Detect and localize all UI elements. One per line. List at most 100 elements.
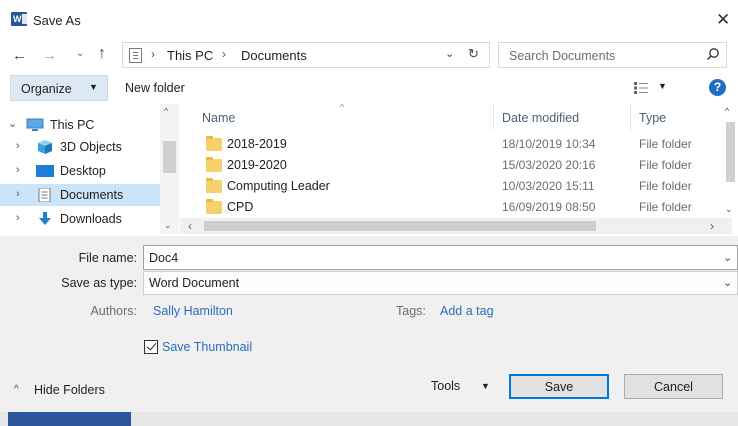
- file-row[interactable]: 2019-2020 15/03/2020 20:16 File folder: [180, 155, 720, 176]
- nav-pane-scrollbar[interactable]: ^ ⌄: [160, 104, 179, 234]
- save-button-label: Save: [544, 380, 574, 394]
- column-header-type[interactable]: Type: [639, 111, 666, 125]
- folder-icon: [206, 157, 222, 172]
- desktop-icon: [36, 165, 54, 177]
- scroll-thumb[interactable]: [163, 141, 176, 173]
- sort-indicator-icon: ^: [340, 102, 345, 112]
- save-as-type-label: Save as type:: [61, 276, 137, 290]
- breadcrumb-this-pc[interactable]: This PC: [167, 48, 213, 63]
- expand-chevron-icon[interactable]: ⌄: [8, 117, 17, 130]
- authors-field[interactable]: Sally Hamilton: [153, 304, 233, 318]
- cube-icon: [38, 140, 52, 154]
- organize-label: Organize: [21, 82, 72, 96]
- file-date-modified: 15/03/2020 20:16: [502, 158, 596, 172]
- save-button[interactable]: Save: [509, 374, 609, 399]
- breadcrumb-separator-icon[interactable]: ›: [222, 47, 226, 61]
- chevron-down-icon[interactable]: ⌄: [723, 276, 732, 289]
- breadcrumb-documents[interactable]: Documents: [241, 48, 307, 63]
- view-dropdown-icon[interactable]: ▼: [658, 81, 667, 91]
- folder-icon: [206, 136, 222, 151]
- breadcrumb-separator-icon[interactable]: ›: [151, 47, 155, 61]
- folder-icon: [206, 199, 222, 214]
- expand-chevron-icon[interactable]: ›: [16, 188, 20, 200]
- nav-item-desktop[interactable]: › Desktop: [0, 160, 160, 182]
- cancel-button-label: Cancel: [654, 380, 693, 394]
- scroll-thumb[interactable]: [204, 221, 596, 231]
- save-options-panel: File name: Doc4 ⌄ Save as type: Word Doc…: [0, 236, 738, 412]
- new-folder-button[interactable]: New folder: [125, 81, 185, 95]
- close-icon[interactable]: ✕: [716, 10, 730, 30]
- hide-folders-button[interactable]: Hide Folders: [34, 383, 105, 397]
- scroll-up-icon[interactable]: ^: [725, 106, 729, 116]
- file-type: File folder: [639, 137, 692, 151]
- save-thumbnail-checkbox[interactable]: [144, 340, 158, 354]
- file-type: File folder: [639, 179, 692, 193]
- search-placeholder: Search Documents: [509, 49, 616, 63]
- file-type: File folder: [639, 158, 692, 172]
- chevron-down-icon[interactable]: ⌄: [723, 251, 732, 264]
- nav-item-downloads[interactable]: › Downloads: [0, 208, 160, 230]
- help-icon[interactable]: ?: [709, 79, 726, 96]
- file-list-vertical-scrollbar[interactable]: ^ ⌄: [722, 104, 738, 218]
- forward-arrow-icon[interactable]: →: [42, 47, 57, 64]
- cancel-button[interactable]: Cancel: [624, 374, 723, 399]
- scroll-up-icon[interactable]: ^: [164, 106, 168, 116]
- address-dropdown-icon[interactable]: ⌄: [445, 47, 454, 60]
- download-icon: [39, 212, 51, 225]
- refresh-icon[interactable]: ↻: [468, 46, 479, 62]
- caret-down-icon[interactable]: ▼: [481, 381, 490, 391]
- file-row[interactable]: CPD 16/09/2019 08:50 File folder: [180, 197, 720, 218]
- view-options-icon[interactable]: [634, 82, 648, 94]
- save-thumbnail-label[interactable]: Save Thumbnail: [162, 340, 252, 354]
- nav-item-documents[interactable]: › Documents: [0, 184, 160, 206]
- search-icon[interactable]: [706, 47, 720, 61]
- search-input[interactable]: Search Documents: [498, 42, 727, 68]
- file-name-input[interactable]: Doc4 ⌄: [143, 245, 738, 270]
- file-name: CPD: [227, 200, 254, 214]
- up-arrow-icon[interactable]: ↑: [98, 45, 106, 63]
- scroll-down-icon[interactable]: ⌄: [725, 204, 733, 215]
- word-icon: W: [11, 12, 27, 26]
- column-divider[interactable]: [630, 104, 631, 130]
- address-bar[interactable]: › This PC › Documents ⌄ ↻: [122, 42, 490, 68]
- nav-item-label: Desktop: [60, 164, 106, 178]
- background-word-ribbon: [8, 412, 131, 426]
- column-header-name[interactable]: Name: [202, 111, 235, 125]
- documents-location-icon: [129, 48, 142, 63]
- organize-button[interactable]: Organize ▼: [10, 75, 108, 101]
- nav-item-label: This PC: [50, 118, 95, 132]
- file-list: ^ Name Date modified Type 2018-2019 18/1…: [180, 102, 738, 234]
- window-title: Save As: [33, 13, 81, 28]
- column-divider[interactable]: [493, 104, 494, 130]
- tools-menu-button[interactable]: Tools: [431, 379, 460, 393]
- scroll-thumb[interactable]: [726, 122, 735, 182]
- nav-item-this-pc[interactable]: ⌄ This PC: [0, 112, 160, 134]
- column-header-date-modified[interactable]: Date modified: [502, 111, 579, 125]
- file-name: 2018-2019: [227, 137, 287, 151]
- save-as-type-select[interactable]: Word Document ⌄: [143, 271, 738, 295]
- tags-field[interactable]: Add a tag: [440, 304, 494, 318]
- back-arrow-icon[interactable]: ←: [12, 47, 27, 64]
- caret-down-icon: ▼: [89, 82, 98, 92]
- navigation-pane: ⌄ This PC › 3D Objects › Desktop › Docum…: [0, 104, 180, 234]
- expand-chevron-icon[interactable]: ›: [16, 140, 20, 152]
- save-as-type-value: Word Document: [149, 276, 240, 290]
- chevron-up-icon[interactable]: ^: [14, 384, 19, 395]
- recent-locations-chevron-icon[interactable]: ⌄: [76, 48, 84, 59]
- expand-chevron-icon[interactable]: ›: [16, 164, 20, 176]
- file-list-horizontal-scrollbar[interactable]: ‹ ›: [180, 218, 732, 234]
- scroll-down-icon[interactable]: ⌄: [164, 220, 172, 231]
- scroll-right-icon[interactable]: ›: [710, 219, 714, 233]
- file-name-value: Doc4: [149, 251, 179, 265]
- expand-chevron-icon[interactable]: ›: [16, 212, 20, 224]
- tags-label: Tags:: [396, 304, 426, 318]
- file-name: Computing Leader: [227, 179, 330, 193]
- file-date-modified: 18/10/2019 10:34: [502, 137, 596, 151]
- command-toolbar: Organize ▼ New folder ▼ ?: [6, 75, 732, 102]
- nav-item-label: 3D Objects: [60, 140, 122, 154]
- file-row[interactable]: Computing Leader 10/03/2020 15:11 File f…: [180, 176, 720, 197]
- nav-item-3d-objects[interactable]: › 3D Objects: [0, 136, 160, 158]
- scroll-left-icon[interactable]: ‹: [188, 219, 192, 233]
- file-row[interactable]: 2018-2019 18/10/2019 10:34 File folder: [180, 134, 720, 155]
- file-date-modified: 10/03/2020 15:11: [502, 179, 595, 193]
